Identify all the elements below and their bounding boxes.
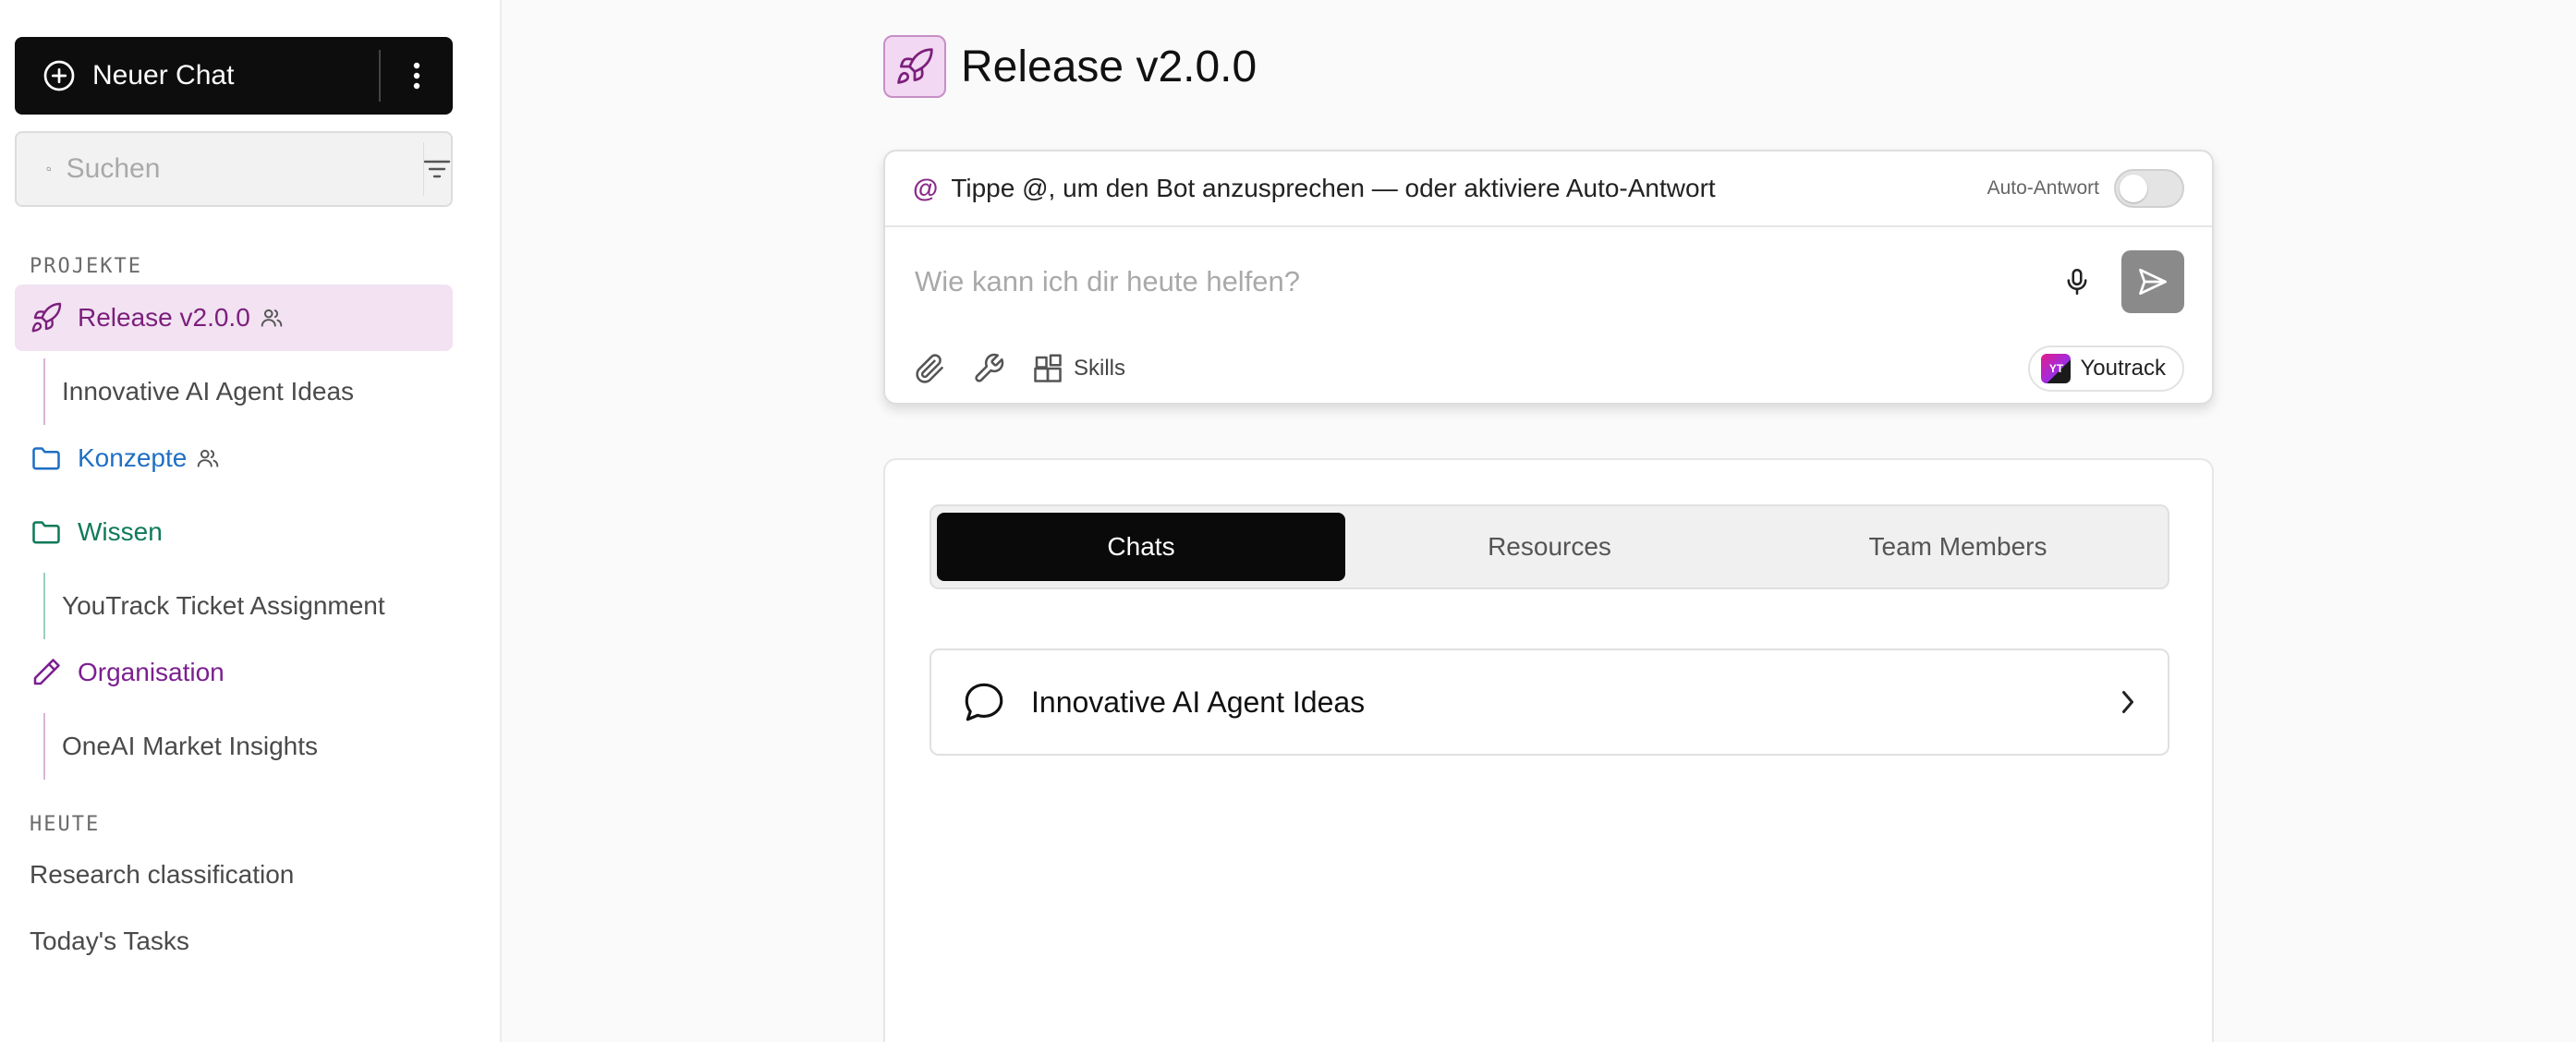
projects-heading: PROJEKTE <box>30 255 142 278</box>
chevron-right-icon <box>2122 691 2133 713</box>
project-release[interactable]: Release v2.0.0 <box>15 285 453 351</box>
wrench-icon <box>975 353 1004 382</box>
tab-chats[interactable]: Chats <box>937 513 1345 581</box>
toggle-knob <box>2120 175 2147 202</box>
project-panel: Chats Resources Team Members Innovative … <box>883 458 2214 1042</box>
project-organisation[interactable]: Organisation <box>15 639 453 706</box>
microphone-button[interactable] <box>2055 260 2099 304</box>
send-icon <box>2139 268 2167 296</box>
chat-composer: @ Tippe @, um den Bot anzusprechen — ode… <box>883 150 2214 405</box>
search-icon <box>46 166 52 172</box>
chat-bubble-icon <box>965 683 1003 721</box>
chat-list-item[interactable]: Innovative AI Agent Ideas <box>930 648 2169 756</box>
new-chat-label: Neuer Chat <box>92 60 235 91</box>
youtrack-integration-chip[interactable]: YT Youtrack <box>2028 345 2184 392</box>
project-wissen[interactable]: Wissen <box>15 499 453 565</box>
page-title: Release v2.0.0 <box>961 42 1258 91</box>
tab-resources[interactable]: Resources <box>1345 513 1754 581</box>
new-chat-button[interactable]: Neuer Chat <box>15 37 379 115</box>
sidebar: Neuer Chat PROJEKTE Release v2.0.0 <box>0 0 502 1042</box>
youtrack-logo-icon: YT <box>2041 354 2072 383</box>
send-button[interactable] <box>2121 250 2184 313</box>
youtrack-logo-text: YT <box>2048 362 2064 375</box>
skills-button[interactable]: Skills <box>1031 352 1125 385</box>
new-chat-options-button[interactable] <box>381 37 453 115</box>
rocket-icon <box>897 48 933 84</box>
project-label: Release v2.0.0 <box>78 303 250 332</box>
folder-icon <box>32 447 60 470</box>
project-label: Wissen <box>78 517 163 546</box>
project-label: Konzepte <box>78 443 188 472</box>
prompt-row <box>885 227 2212 336</box>
plus-circle-icon <box>43 60 75 91</box>
new-chat-group: Neuer Chat <box>15 37 453 115</box>
search-box <box>15 131 453 207</box>
auto-reply-toggle[interactable] <box>2114 169 2184 208</box>
project-chat-item[interactable]: OneAI Market Insights <box>43 713 318 780</box>
mention-hint: Tippe @, um den Bot anzusprechen — oder … <box>951 174 1716 202</box>
prompt-input[interactable] <box>915 265 2055 298</box>
history-item[interactable]: Today's Tasks <box>30 927 189 956</box>
more-vertical-icon <box>413 62 420 90</box>
attach-button[interactable] <box>913 352 946 385</box>
filter-button[interactable] <box>423 133 451 205</box>
integration-label: Youtrack <box>2080 356 2166 381</box>
shared-users-icon <box>261 309 283 327</box>
microphone-icon <box>2067 268 2087 296</box>
today-heading: HEUTE <box>30 813 101 836</box>
folder-icon <box>32 521 60 544</box>
pencil-icon <box>33 659 60 685</box>
tools-button[interactable] <box>972 352 1005 385</box>
project-icon-badge <box>883 35 946 98</box>
auto-reply-label: Auto-Antwort <box>1987 177 2099 199</box>
tab-bar: Chats Resources Team Members <box>930 504 2169 589</box>
bot-mention-bar: @ Tippe @, um den Bot anzusprechen — ode… <box>885 151 2212 227</box>
project-chat-item[interactable]: YouTrack Ticket Assignment <box>43 573 385 639</box>
search-input[interactable] <box>66 153 423 185</box>
project-label: Organisation <box>78 658 225 686</box>
project-konzepte[interactable]: Konzepte <box>15 425 453 491</box>
at-icon: @ <box>913 174 939 202</box>
tab-team-members[interactable]: Team Members <box>1754 513 2162 581</box>
blocks-icon <box>1034 354 1062 382</box>
filter-icon <box>423 160 451 178</box>
composer-toolbar: Skills YT Youtrack <box>885 336 2212 401</box>
chat-title: Innovative AI Agent Ideas <box>1031 685 1366 719</box>
project-chat-item[interactable]: Innovative AI Agent Ideas <box>43 358 354 425</box>
rocket-icon <box>31 302 62 333</box>
page-header: Release v2.0.0 <box>883 35 1257 98</box>
history-item[interactable]: Research classification <box>30 860 294 890</box>
skills-label: Skills <box>1074 356 1126 381</box>
shared-users-icon <box>198 449 219 467</box>
paperclip-icon <box>916 354 943 383</box>
